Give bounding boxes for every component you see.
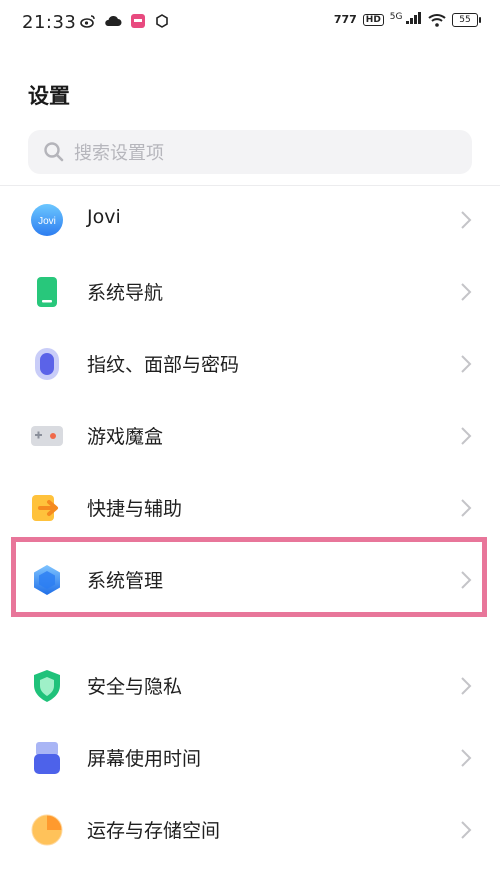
- sync-icon: [156, 14, 168, 28]
- chevron-right-icon: [461, 499, 472, 517]
- carrier-glyph: 777: [333, 13, 357, 26]
- settings-item-system-navigation[interactable]: 系统导航: [0, 256, 500, 328]
- battery-icon: 55: [452, 12, 481, 27]
- wifi-icon: [428, 13, 446, 27]
- jovi-icon: Jovi: [31, 204, 63, 236]
- status-indicators: 777 HD 5G 55: [333, 12, 481, 27]
- settings-item-label: 游戏魔盒: [87, 426, 164, 448]
- fingerprint-icon: [35, 348, 59, 380]
- settings-item-label: 运存与存储空间: [87, 820, 221, 842]
- chevron-right-icon: [461, 283, 472, 301]
- svg-text:Jovi: Jovi: [38, 216, 56, 227]
- settings-item-label: 系统导航: [87, 282, 164, 304]
- settings-item-label: Jovi: [87, 206, 121, 228]
- signal-icon: [406, 12, 421, 24]
- chevron-right-icon: [461, 677, 472, 695]
- settings-item-game-box[interactable]: 游戏魔盒: [0, 400, 500, 472]
- network-label: 5G: [389, 12, 403, 22]
- network-type: 5G: [390, 12, 422, 27]
- search-placeholder: 搜索设置项: [74, 143, 164, 164]
- screen-time-icon: [34, 742, 60, 774]
- settings-item-memory-storage[interactable]: 运存与存储空间: [0, 794, 500, 866]
- chevron-right-icon: [461, 355, 472, 373]
- settings-item-label: 安全与隐私: [87, 676, 183, 698]
- settings-item-security-privacy[interactable]: 安全与隐私: [0, 650, 500, 722]
- settings-item-fingerprint-face-password[interactable]: 指纹、面部与密码: [0, 328, 500, 400]
- hd-badge: HD: [362, 13, 384, 26]
- chevron-right-icon: [461, 211, 472, 229]
- highlight-box: [11, 537, 487, 617]
- chevron-right-icon: [461, 749, 472, 767]
- search-input[interactable]: 搜索设置项: [28, 130, 472, 174]
- settings-item-jovi[interactable]: Jovi Jovi: [0, 184, 500, 256]
- settings-item-label: 快捷与辅助: [87, 498, 183, 520]
- settings-item-label: 指纹、面部与密码: [87, 354, 240, 376]
- game-box-icon: [31, 426, 63, 446]
- page-title: 设置: [28, 84, 70, 108]
- chevron-right-icon: [461, 821, 472, 839]
- app-badge-icon: [131, 14, 145, 28]
- shield-icon: [34, 670, 60, 702]
- notification-icons: [80, 13, 170, 29]
- search-icon: [44, 142, 64, 162]
- navigation-icon: [37, 277, 57, 307]
- status-time: 21:33: [22, 12, 77, 33]
- settings-item-label: 屏幕使用时间: [87, 748, 202, 770]
- cloud-icon: [105, 15, 122, 26]
- chevron-right-icon: [461, 427, 472, 445]
- weibo-icon: [80, 15, 95, 28]
- storage-icon: [31, 814, 63, 846]
- settings-item-screen-time[interactable]: 屏幕使用时间: [0, 722, 500, 794]
- settings-item-shortcuts-accessibility[interactable]: 快捷与辅助: [0, 472, 500, 544]
- status-bar: 21:33 777 HD 5G 55: [0, 0, 500, 46]
- shortcut-icon: [32, 495, 58, 521]
